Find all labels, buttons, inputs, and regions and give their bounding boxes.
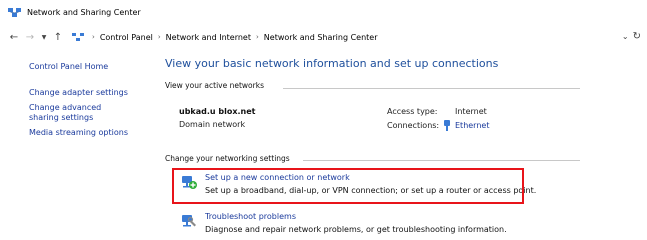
breadcrumb-network-and-internet[interactable]: Network and Internet	[166, 33, 251, 42]
control-panel-icon	[72, 33, 84, 41]
change-settings-label: Change your networking settings	[165, 154, 290, 163]
breadcrumb-control-panel[interactable]: Control Panel	[100, 33, 153, 42]
breadcrumb: › Control Panel › Network and Internet ›…	[72, 32, 378, 42]
access-type-label: Access type:	[387, 107, 438, 116]
recent-locations-chevron-icon[interactable]: ▼	[40, 31, 48, 43]
window-title: Network and Sharing Center	[27, 7, 141, 17]
ethernet-connection-label: Ethernet	[455, 121, 490, 130]
task-troubleshoot-problems: Troubleshoot problems Diagnose and repai…	[180, 212, 507, 235]
sidebar-item-change-adapter-settings[interactable]: Change adapter settings	[29, 88, 159, 98]
control-panel-home-link[interactable]: Control Panel Home	[29, 62, 159, 72]
up-arrow-icon[interactable]: ↑	[52, 31, 64, 43]
active-networks-divider	[283, 88, 580, 89]
change-settings-divider	[303, 160, 580, 161]
troubleshoot-problems-description: Diagnose and repair network problems, or…	[205, 225, 507, 234]
highlight-box	[172, 168, 524, 204]
address-bar: ← → ▼ ↑ › Control Panel › Network and In…	[0, 27, 647, 47]
network-category: Domain network	[179, 120, 246, 129]
network-name: ubkad.u blox.net	[179, 107, 256, 116]
forward-arrow-icon[interactable]: →	[24, 31, 36, 43]
breadcrumb-network-and-sharing-center[interactable]: Network and Sharing Center	[264, 33, 378, 42]
connections-label: Connections:	[387, 121, 440, 130]
left-pane: Control Panel Home Change adapter settin…	[29, 62, 159, 143]
troubleshoot-problems-link[interactable]: Troubleshoot problems	[205, 212, 507, 222]
address-actions: ⌄ ↻	[622, 31, 641, 42]
ethernet-connection-link[interactable]: Ethernet	[443, 120, 489, 131]
title-bar: Network and Sharing Center	[0, 0, 647, 24]
ethernet-icon	[444, 120, 450, 131]
breadcrumb-separator-icon: ›	[255, 33, 259, 41]
troubleshoot-icon	[182, 215, 196, 227]
main-pane: View your basic network information and …	[165, 57, 585, 90]
breadcrumb-separator-icon: ›	[92, 33, 95, 41]
refresh-icon[interactable]: ↻	[633, 31, 641, 42]
page-title: View your basic network information and …	[165, 57, 499, 70]
sidebar-item-media-streaming-options[interactable]: Media streaming options	[29, 128, 159, 138]
network-sharing-center-icon	[8, 7, 21, 17]
breadcrumb-separator-icon: ›	[157, 33, 161, 41]
back-arrow-icon[interactable]: ←	[8, 31, 20, 43]
access-type-value: Internet	[455, 107, 487, 116]
address-dropdown-icon[interactable]: ⌄	[622, 32, 629, 41]
sidebar-item-change-advanced-sharing-settings[interactable]: Change advanced sharing settings	[29, 103, 131, 123]
